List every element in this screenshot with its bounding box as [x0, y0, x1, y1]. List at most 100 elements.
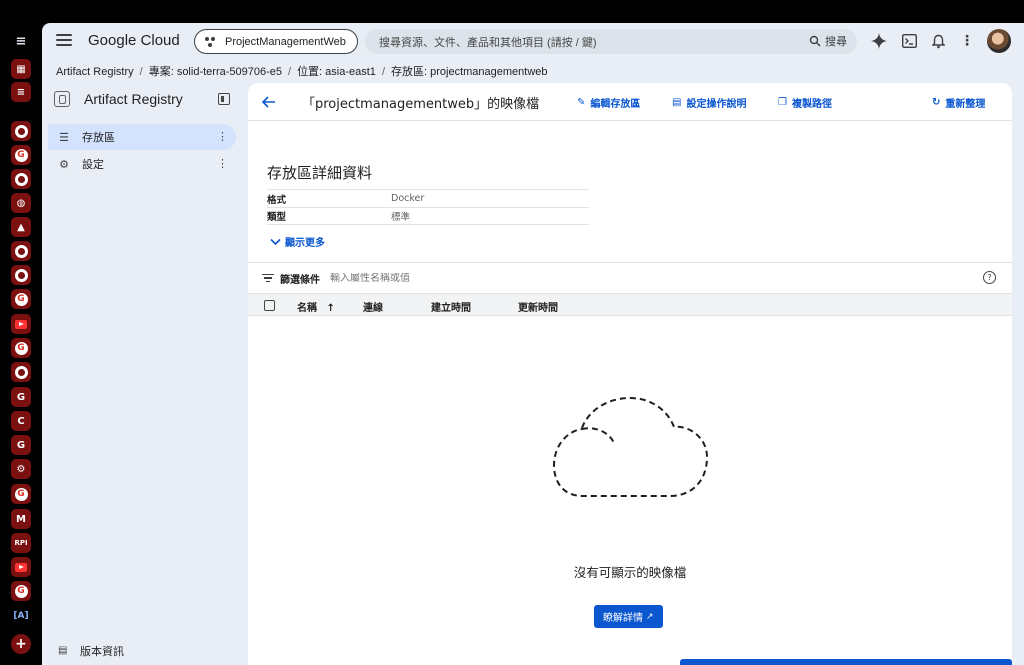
back-arrow-icon[interactable] [261, 94, 276, 112]
github-icon[interactable] [11, 362, 31, 382]
column-header-name[interactable]: 名稱 ↑ [297, 299, 335, 314]
search-icon [809, 35, 821, 47]
avatar[interactable] [987, 29, 1011, 53]
search-placeholder: 搜尋資源、文件、產品和其他項目 (請按 / 鍵) [379, 36, 597, 49]
filter-icon [262, 272, 274, 285]
sidebar-title: Artifact Registry [54, 91, 183, 107]
google-icon[interactable]: G [11, 338, 31, 358]
github-icon[interactable] [11, 169, 31, 189]
google-icon[interactable]: G [11, 484, 31, 504]
show-more-label: 顯示更多 [285, 238, 325, 249]
search-button-label: 搜尋 [825, 36, 847, 48]
g-app-icon[interactable]: G [11, 435, 31, 455]
copy-icon: ❐ [778, 97, 787, 108]
project-dots-icon [205, 36, 217, 48]
page-toolbar: 「projectmanagementweb」的映像檔 ✎ 編輯存放區 ▤ 設定操… [248, 83, 1012, 121]
filter-label: 篩選條件 [280, 274, 320, 286]
column-header-connection[interactable]: 連線 [363, 299, 383, 314]
list-icon: ☰ [59, 131, 69, 144]
filter-bar: 篩選條件 ? [248, 262, 1012, 293]
google-icon[interactable]: G [11, 581, 31, 601]
detail-value: 標準 [391, 212, 411, 223]
column-header-updated[interactable]: 更新時間 [518, 299, 558, 314]
notifications-icon[interactable] [929, 32, 947, 50]
rpi-app-icon[interactable]: RPI [11, 533, 31, 553]
project-name: ProjectManagementWeb [225, 35, 346, 48]
more-options-icon[interactable]: ⋮ [217, 130, 228, 143]
table-header: 名稱 ↑ 連線 建立時間 更新時間 [248, 293, 1012, 316]
project-picker[interactable]: ProjectManagementWeb [194, 29, 358, 54]
release-notes-label: 版本資訊 [80, 646, 124, 658]
grid-app-icon[interactable]: ▦ [11, 59, 31, 79]
sidebar-title-label: Artifact Registry [84, 91, 183, 107]
breadcrumb-item[interactable]: 位置: asia-east1 [297, 66, 376, 78]
more-options-icon[interactable]: ⋮ [217, 157, 228, 170]
sidebar-item-settings[interactable]: ⚙ 設定 ⋮ [48, 151, 236, 177]
show-more-button[interactable]: 顯示更多 [270, 234, 325, 249]
breadcrumb-separator: / [381, 66, 385, 78]
search-app-icon[interactable]: ≡ [11, 82, 31, 102]
page-title: 「projectmanagementweb」的映像檔 [302, 97, 540, 112]
setup-instructions-button[interactable]: ▤ 設定操作說明 [672, 95, 746, 110]
detail-key: 類型 [267, 212, 287, 223]
collapse-sidebar-icon[interactable] [218, 93, 230, 105]
github-icon[interactable] [11, 121, 31, 141]
artifact-app-icon[interactable]: [A] [11, 606, 31, 626]
details-heading: 存放區詳細資料 [267, 164, 373, 182]
c-app-icon[interactable]: C [11, 411, 31, 431]
breadcrumb: Artifact Registry / 專案: solid-terra-509706… [56, 63, 548, 79]
breadcrumb-item[interactable]: 存放區: projectmanagementweb [391, 66, 548, 78]
sort-ascending-icon: ↑ [326, 303, 335, 314]
sidebar-item-repositories[interactable]: ☰ 存放區 ⋮ [48, 124, 236, 150]
detail-value: Docker [391, 193, 425, 204]
refresh-label: 重新整理 [945, 99, 986, 110]
search-button[interactable]: 搜尋 [809, 33, 847, 49]
google-icon[interactable]: G [11, 145, 31, 165]
filter-input[interactable] [330, 272, 730, 284]
external-link-icon: ↗ [646, 611, 654, 622]
top-header: Google Cloud ProjectManagementWeb 搜尋資源、文… [42, 23, 1024, 59]
empty-cloud-illustration [552, 396, 709, 497]
add-icon[interactable]: + [11, 634, 31, 654]
breadcrumb-item[interactable]: 專案: solid-terra-509706-e5 [149, 66, 282, 78]
sidebar-item-label: 設定 [82, 159, 104, 171]
select-all-checkbox[interactable] [264, 300, 275, 311]
drive-icon[interactable]: ▲ [11, 217, 31, 237]
detail-row: 類型 標準 [267, 207, 589, 225]
github-icon[interactable] [11, 265, 31, 285]
refresh-icon: ↻ [932, 97, 941, 108]
m-app-icon[interactable]: M [11, 509, 31, 529]
google-cloud-logo[interactable]: Google Cloud [88, 32, 180, 49]
youtube-icon[interactable] [11, 314, 31, 334]
settings-app-icon[interactable]: ⚙ [11, 459, 31, 479]
github-icon[interactable] [11, 241, 31, 261]
browser-tab-rail: ≡ ▦ ≡ G ◍ ▲ G G G C G ⚙ G M RPI G [A] + [0, 23, 42, 665]
column-header-created[interactable]: 建立時間 [431, 299, 471, 314]
learn-more-button[interactable]: 瞭解詳情 ↗ [594, 605, 663, 628]
cloud-shell-icon[interactable] [900, 32, 918, 50]
pencil-icon: ✎ [577, 97, 586, 108]
cloud-console-window: Google Cloud ProjectManagementWeb 搜尋資源、文… [42, 23, 1024, 665]
copy-path-label: 複製路徑 [791, 99, 832, 110]
rail-toggle-icon[interactable]: ≡ [11, 31, 31, 51]
empty-state-message: 沒有可顯示的映像檔 [573, 565, 687, 580]
copy-path-button[interactable]: ❐ 複製路徑 [778, 95, 832, 110]
help-icon[interactable]: ? [983, 271, 996, 284]
breadcrumb-separator: / [139, 66, 143, 78]
gear-icon: ⚙ [59, 158, 69, 171]
edit-repository-button[interactable]: ✎ 編輯存放區 [577, 95, 640, 110]
more-options-icon[interactable]: ⋮ [958, 32, 976, 50]
breadcrumb-item[interactable]: Artifact Registry [56, 66, 134, 78]
learn-more-label: 瞭解詳情 [603, 613, 643, 624]
search-input[interactable]: 搜尋資源、文件、產品和其他項目 (請按 / 鍵) 搜尋 [365, 29, 857, 54]
top-black-bar [0, 0, 1024, 23]
gemini-icon[interactable] [870, 32, 888, 50]
youtube-icon[interactable] [11, 557, 31, 577]
release-notes-link[interactable]: ▤ 版本資訊 [58, 643, 124, 659]
refresh-button[interactable]: ↻ 重新整理 [932, 95, 985, 110]
menu-icon[interactable] [56, 34, 72, 46]
g-app-icon[interactable]: G [11, 387, 31, 407]
google-icon[interactable]: G [11, 289, 31, 309]
globe-icon[interactable]: ◍ [11, 193, 31, 213]
column-label: 名稱 [297, 303, 317, 314]
